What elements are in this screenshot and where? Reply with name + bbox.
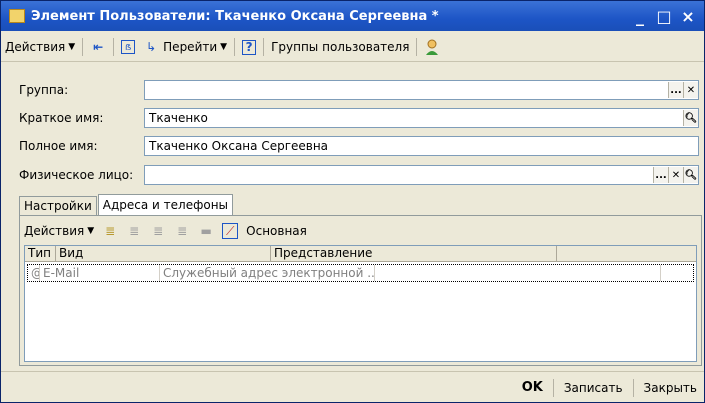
list-icon: ẞ bbox=[121, 40, 136, 54]
tab-addresses[interactable]: Адреса и телефоны bbox=[97, 194, 234, 215]
short-name-input[interactable]: Ткаченко 🔍︎ bbox=[144, 108, 699, 128]
copy-row-button[interactable]: ≣ bbox=[122, 220, 146, 242]
dropdown-arrow-icon: ▼ bbox=[87, 226, 95, 236]
search-icon[interactable]: 🔍︎ bbox=[683, 167, 698, 183]
toolbar-separator bbox=[113, 38, 115, 56]
panel-actions-menu[interactable]: Действия ▼ bbox=[20, 220, 98, 242]
add-row-button[interactable]: ≣ bbox=[98, 220, 122, 242]
help-icon: ? bbox=[242, 39, 257, 55]
toolbar-separator bbox=[82, 38, 84, 56]
delete-row-button[interactable]: ≣ bbox=[170, 220, 194, 242]
row-kind: Служебный адрес электронной ... bbox=[160, 265, 375, 281]
form-footer: OK Записать Закрыть bbox=[1, 371, 704, 403]
close-form-button[interactable]: Закрыть bbox=[637, 378, 704, 398]
person-label: Физическое лицо: bbox=[19, 168, 134, 182]
show-list-button[interactable]: ẞ bbox=[117, 36, 139, 58]
column-header-kind[interactable]: Вид bbox=[56, 246, 271, 261]
select-button[interactable]: ... bbox=[653, 167, 668, 183]
set-main-button[interactable]: ⟋ bbox=[218, 220, 242, 242]
user-groups-button[interactable]: Группы пользователя bbox=[267, 36, 413, 58]
end-edit-button[interactable]: ▬ bbox=[194, 220, 218, 242]
group-field-row: Группа: ... ✕ bbox=[19, 79, 699, 101]
minimize-button[interactable]: _ bbox=[632, 7, 648, 26]
main-toolbar: Действия ▼ ⇤ ẞ ↳ Перейти ▼ ? Группы пользов… bbox=[1, 33, 704, 62]
user-icon bbox=[424, 39, 440, 55]
column-header-representation[interactable]: Представление bbox=[271, 246, 557, 261]
tab-strip: Настройки Адреса и телефоны bbox=[19, 194, 234, 215]
row-representation bbox=[375, 265, 661, 281]
set-main-icon: ⟋ bbox=[222, 223, 239, 239]
delete-row-icon: ≣ bbox=[177, 224, 188, 238]
addresses-panel: Действия ▼ ≣ ≣ ≣ ≣ ▬ ⟋ Основная Тип Вид П… bbox=[19, 215, 702, 366]
column-header-type[interactable]: Тип bbox=[25, 246, 56, 261]
panel-toolbar: Действия ▼ ≣ ≣ ≣ ≣ ▬ ⟋ Основная bbox=[20, 220, 311, 242]
dropdown-arrow-icon: ▼ bbox=[220, 42, 228, 52]
go-menu[interactable]: ↳ Перейти ▼ bbox=[139, 36, 231, 58]
person-input[interactable]: ... ✕ 🔍︎ bbox=[144, 165, 699, 185]
table-row[interactable]: @ E-Mail Служебный адрес электронной ... bbox=[27, 264, 694, 282]
dropdown-arrow-icon: ▼ bbox=[68, 42, 76, 52]
row-type: E-Mail bbox=[40, 265, 160, 281]
copy-row-icon: ≣ bbox=[129, 224, 140, 238]
toolbar-separator bbox=[263, 38, 265, 56]
go-icon: ↳ bbox=[146, 40, 157, 54]
short-name-field-row: Краткое имя: Ткаченко 🔍︎ bbox=[19, 107, 699, 129]
full-name-label: Полное имя: bbox=[19, 139, 98, 153]
group-label: Группа: bbox=[19, 83, 69, 97]
email-icon: @ bbox=[28, 265, 40, 281]
group-input[interactable]: ... ✕ bbox=[144, 80, 699, 100]
clear-icon[interactable]: ✕ bbox=[683, 82, 698, 98]
search-icon[interactable]: 🔍︎ bbox=[683, 110, 698, 126]
user-button[interactable] bbox=[420, 36, 444, 58]
close-button[interactable]: × bbox=[680, 7, 696, 26]
toolbar-separator bbox=[416, 38, 418, 56]
help-button[interactable]: ? bbox=[238, 36, 260, 58]
add-row-icon: ≣ bbox=[105, 224, 116, 238]
actions-menu[interactable]: Действия ▼ bbox=[1, 36, 79, 58]
select-button[interactable]: ... bbox=[668, 82, 683, 98]
catalog-icon bbox=[9, 9, 25, 23]
end-edit-icon: ▬ bbox=[200, 224, 212, 238]
user-groups-label: Группы пользователя bbox=[271, 40, 410, 54]
edit-row-button[interactable]: ≣ bbox=[146, 220, 170, 242]
window-title: Элемент Пользователи: Ткаченко Оксана Се… bbox=[31, 8, 439, 24]
toolbar-separator bbox=[234, 38, 236, 56]
maximize-button[interactable]: □ bbox=[656, 7, 672, 26]
title-bar[interactable]: Элемент Пользователи: Ткаченко Оксана Се… bbox=[1, 1, 704, 31]
panel-actions-label: Действия bbox=[24, 224, 85, 238]
form-window: Элемент Пользователи: Ткаченко Оксана Се… bbox=[0, 0, 705, 403]
tab-settings[interactable]: Настройки bbox=[19, 196, 97, 215]
main-label[interactable]: Основная bbox=[242, 220, 311, 242]
contacts-table[interactable]: Тип Вид Представление @ E-Mail Служебный… bbox=[24, 245, 697, 362]
short-name-label: Краткое имя: bbox=[19, 111, 104, 125]
footer-separator bbox=[552, 378, 554, 397]
table-header: Тип Вид Представление bbox=[25, 246, 696, 262]
footer-separator bbox=[632, 378, 634, 397]
actions-label: Действия bbox=[5, 40, 66, 54]
arrow-left-icon: ⇤ bbox=[93, 40, 104, 54]
edit-row-icon: ≣ bbox=[153, 224, 164, 238]
go-label: Перейти bbox=[163, 40, 218, 54]
ok-button[interactable]: OK bbox=[515, 378, 550, 398]
full-name-field-row: Полное имя: Ткаченко Оксана Сергеевна bbox=[19, 135, 699, 157]
full-name-input[interactable]: Ткаченко Оксана Сергеевна bbox=[144, 136, 699, 156]
prev-button[interactable]: ⇤ bbox=[86, 36, 110, 58]
person-field-row: Физическое лицо: ... ✕ 🔍︎ bbox=[19, 164, 699, 186]
clear-icon[interactable]: ✕ bbox=[668, 167, 683, 183]
save-button[interactable]: Записать bbox=[557, 378, 630, 398]
